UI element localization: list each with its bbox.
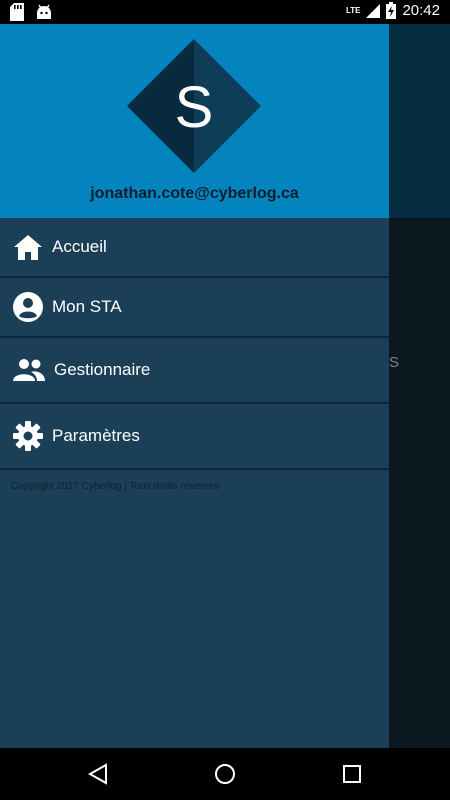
drawer-header: S jonathan.cote@cyberlog.ca	[0, 24, 389, 218]
menu-item-parametres[interactable]: Paramètres	[0, 404, 389, 470]
menu-item-label: Paramètres	[52, 426, 140, 445]
menu-item-accueil[interactable]: Accueil	[0, 218, 389, 278]
system-navigation-bar	[0, 748, 450, 800]
sd-card-icon	[10, 3, 24, 21]
account-circle-icon	[12, 291, 44, 323]
home-icon	[12, 231, 44, 263]
status-time: 20:42	[402, 2, 440, 19]
menu-item-gestionnaire[interactable]: Gestionnaire	[0, 338, 389, 404]
menu-item-mon-sta[interactable]: Mon STA	[0, 278, 389, 338]
logo-letter: S	[175, 75, 214, 140]
copyright-text: Copyright 2017 Cyberlog | Tous droits ré…	[11, 481, 220, 492]
network-type: LTE	[345, 6, 361, 15]
battery-charging-icon	[386, 2, 397, 19]
recent-apps-icon[interactable]	[340, 762, 364, 786]
user-email: jonathan.cote@cyberlog.ca	[90, 185, 299, 202]
background-partial-text: S	[389, 354, 400, 371]
navigation-drawer: S jonathan.cote@cyberlog.ca Accueil Mon …	[0, 24, 389, 748]
app-logo: S	[127, 39, 261, 173]
android-icon	[37, 4, 51, 19]
back-icon[interactable]	[86, 762, 110, 786]
status-bar: LTE 20:42	[0, 0, 450, 24]
home-button-icon[interactable]	[213, 762, 237, 786]
menu-item-label: Accueil	[52, 237, 107, 256]
menu-item-label: Mon STA	[52, 297, 122, 316]
signal-icon	[366, 3, 381, 18]
people-icon	[12, 354, 46, 386]
menu-item-label: Gestionnaire	[54, 360, 151, 379]
drawer-menu: Accueil Mon STA Gestionnaire Paramètres	[0, 218, 389, 470]
gear-icon	[12, 420, 44, 452]
